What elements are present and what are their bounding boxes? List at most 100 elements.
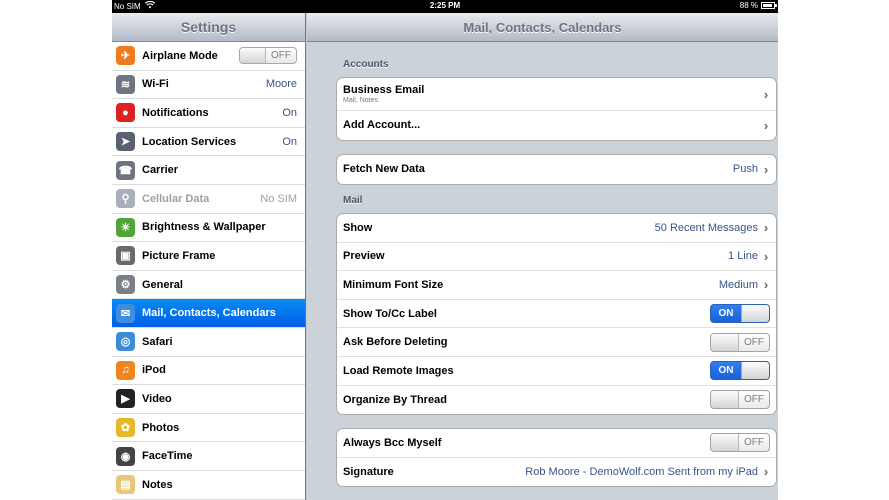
load-remote-images-label: Load Remote Images: [343, 364, 454, 377]
battery-icon: [761, 2, 777, 9]
airplane-icon: ✈: [116, 46, 135, 66]
sidebar-item-value: No SIM: [260, 192, 297, 205]
sidebar-item-value: On: [282, 106, 297, 119]
signature-row[interactable]: Signature Rob Moore - DemoWolf.com Sent f…: [337, 458, 776, 487]
always-bcc-myself-label: Always Bcc Myself: [343, 436, 442, 449]
minimum-font-size-row[interactable]: Minimum Font Size Medium ›: [337, 271, 776, 300]
fetch-group: Fetch New Data Push ›: [336, 154, 777, 185]
airplane-mode-toggle[interactable]: OFF: [239, 47, 297, 65]
toggle-state: OFF: [271, 50, 291, 62]
master-title: Settings: [112, 13, 305, 42]
ask-before-deleting-toggle[interactable]: OFF: [710, 332, 770, 352]
toggle-knob: [711, 391, 739, 409]
sidebar-item-general[interactable]: ⚙ General: [112, 271, 305, 300]
chevron-right-icon: ›: [763, 117, 769, 133]
show-to-cc-label-toggle[interactable]: ON: [710, 304, 770, 324]
add-account-row[interactable]: Add Account... ›: [337, 111, 776, 140]
chevron-right-icon: ›: [763, 464, 769, 480]
organize-by-thread-row[interactable]: Organize By Thread OFF: [337, 386, 776, 415]
facetime-icon: ◉: [116, 446, 135, 466]
sidebar-item-label: Photos: [142, 421, 180, 434]
sidebar-item-label: General: [142, 278, 183, 291]
sidebar-item-airplane-mode[interactable]: ✈ Airplane Mode OFF: [112, 42, 305, 71]
wifi-icon: ≋: [116, 74, 135, 94]
sidebar-item-label: Location Services: [142, 135, 237, 148]
sidebar-item-label: Mail, Contacts, Calendars: [142, 307, 276, 320]
sidebar-item-label: Carrier: [142, 164, 179, 177]
sidebar-item-value: On: [282, 135, 297, 148]
photos-icon: ✿: [116, 418, 135, 438]
sidebar-item-label: Notes: [142, 478, 173, 491]
sidebar-item-value: Moore: [265, 78, 297, 91]
always-bcc-myself-toggle[interactable]: OFF: [710, 433, 770, 453]
account-business-email[interactable]: Business Email Mail, Notes ›: [337, 78, 776, 111]
preview-value: 1 Line: [728, 250, 758, 263]
load-remote-images-toggle[interactable]: ON: [710, 361, 770, 381]
status-bar: No SIM 2:25 PM 88 %: [112, 0, 778, 13]
preview-label: Preview: [343, 250, 385, 263]
gear-icon: ⚙: [116, 275, 135, 295]
sidebar-item-photos[interactable]: ✿ Photos: [112, 414, 305, 443]
sidebar-item-location-services[interactable]: ➤ Location Services On: [112, 128, 305, 157]
mail-icon: ✉: [116, 303, 135, 323]
sidebar-item-cellular-data[interactable]: ⚲ Cellular Data No SIM: [112, 185, 305, 214]
notes-icon: ▤: [116, 475, 135, 495]
sidebar-item-notifications[interactable]: ● Notifications On: [112, 99, 305, 128]
organize-by-thread-toggle[interactable]: OFF: [710, 390, 770, 410]
chevron-right-icon: ›: [763, 220, 769, 236]
sidebar-item-label: Airplane Mode: [142, 49, 218, 62]
toggle-knob: [711, 333, 739, 351]
sidebar-item-label: iPod: [142, 364, 166, 377]
sidebar-item-label: Notifications: [142, 106, 209, 119]
battery-percent: 88 %: [739, 1, 758, 10]
settings-master-pane: Settings ✈ Airplane Mode OFF ≋ Wi-Fi Moore ● No…: [112, 13, 306, 500]
detail-title: Mail, Contacts, Calendars: [307, 13, 778, 42]
status-time: 2:25 PM: [429, 1, 461, 10]
chevron-right-icon: ›: [763, 277, 769, 293]
mail-group: Show 50 Recent Messages › Preview 1 Line › Min…: [336, 213, 777, 416]
chevron-right-icon: ›: [763, 161, 769, 177]
load-remote-images-row[interactable]: Load Remote Images ON: [337, 357, 776, 386]
show-row[interactable]: Show 50 Recent Messages ›: [337, 214, 776, 243]
location-icon: ➤: [116, 132, 135, 152]
sidebar-item-brightness-wallpaper[interactable]: ☀ Brightness & Wallpaper: [112, 214, 305, 243]
minimum-font-size-label: Minimum Font Size: [343, 278, 444, 291]
ask-before-deleting-label: Ask Before Deleting: [343, 336, 448, 349]
sidebar-item-facetime[interactable]: ◉ FaceTime: [112, 442, 305, 471]
sidebar-item-video[interactable]: ▶ Video: [112, 385, 305, 414]
safari-icon: ◎: [116, 332, 135, 352]
video-icon: ▶: [116, 389, 135, 409]
toggle-state: ON: [718, 365, 734, 377]
sidebar-item-label: Picture Frame: [142, 249, 216, 262]
toggle-knob: [741, 362, 769, 380]
notifications-icon: ●: [116, 103, 135, 123]
add-account-label: Add Account...: [343, 119, 421, 132]
sidebar-item-carrier[interactable]: ☎ Carrier: [112, 156, 305, 185]
sidebar-item-notes[interactable]: ▤ Notes: [112, 471, 305, 500]
show-value: 50 Recent Messages: [654, 221, 758, 234]
always-bcc-myself-row[interactable]: Always Bcc Myself OFF: [337, 429, 776, 458]
accounts-section-header: Accounts: [343, 59, 389, 70]
signature-value: Rob Moore - DemoWolf.com Sent from my iP…: [525, 465, 758, 478]
ask-before-deleting-row[interactable]: Ask Before Deleting OFF: [337, 328, 776, 357]
extra-group: Always Bcc Myself OFF Signature Rob Moore -…: [336, 428, 777, 488]
account-services: Mail, Notes: [343, 97, 379, 104]
show-label: Show: [343, 221, 373, 234]
sidebar-item-label: Wi-Fi: [142, 78, 169, 91]
signature-label: Signature: [343, 465, 394, 478]
settings-list: ✈ Airplane Mode OFF ≋ Wi-Fi Moore ● Notificatio…: [112, 42, 305, 500]
toggle-knob: [711, 434, 739, 452]
sidebar-item-label: Safari: [142, 335, 173, 348]
toggle-state: ON: [718, 308, 734, 320]
toggle-state: OFF: [744, 394, 764, 406]
fetch-value: Push: [732, 163, 758, 176]
sidebar-item-mail-contacts-calendars[interactable]: ✉ Mail, Contacts, Calendars: [112, 299, 305, 328]
sidebar-item-wi-fi[interactable]: ≋ Wi-Fi Moore: [112, 71, 305, 100]
sidebar-item-safari[interactable]: ◎ Safari: [112, 328, 305, 357]
sidebar-item-ipod[interactable]: ♫ iPod: [112, 357, 305, 386]
show-to-cc-label-row[interactable]: Show To/Cc Label ON: [337, 300, 776, 329]
fetch-new-data-row[interactable]: Fetch New Data Push ›: [337, 155, 776, 184]
preview-row[interactable]: Preview 1 Line ›: [337, 243, 776, 272]
sidebar-item-picture-frame[interactable]: ▣ Picture Frame: [112, 242, 305, 271]
chevron-right-icon: ›: [763, 248, 769, 264]
